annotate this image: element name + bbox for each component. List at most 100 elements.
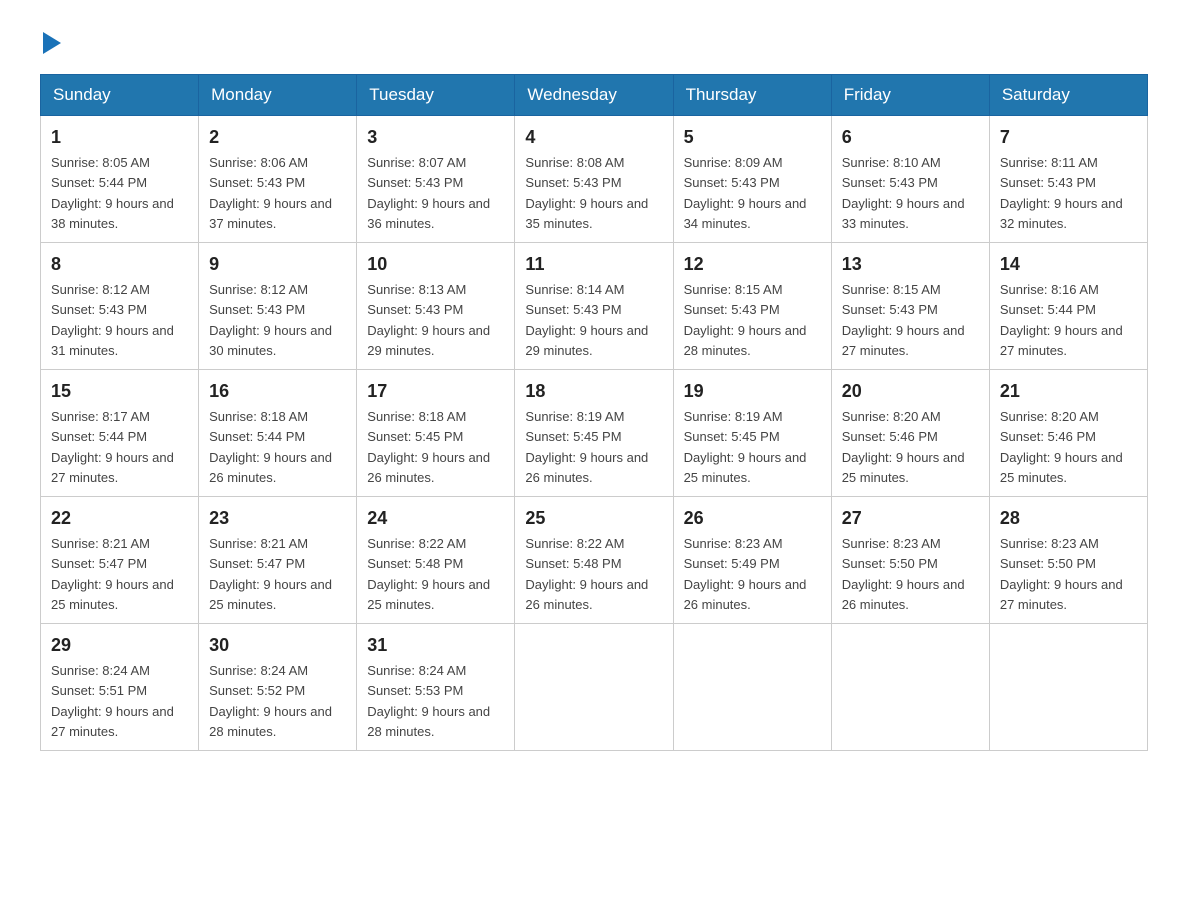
day-info: Sunrise: 8:13 AMSunset: 5:43 PMDaylight:…: [367, 282, 490, 358]
day-info: Sunrise: 8:06 AMSunset: 5:43 PMDaylight:…: [209, 155, 332, 231]
day-number: 24: [367, 505, 504, 532]
calendar-week-4: 22 Sunrise: 8:21 AMSunset: 5:47 PMDaylig…: [41, 497, 1148, 624]
calendar-week-1: 1 Sunrise: 8:05 AMSunset: 5:44 PMDayligh…: [41, 116, 1148, 243]
day-number: 25: [525, 505, 662, 532]
day-number: 27: [842, 505, 979, 532]
day-info: Sunrise: 8:16 AMSunset: 5:44 PMDaylight:…: [1000, 282, 1123, 358]
calendar-cell: [515, 624, 673, 751]
logo: [40, 30, 61, 54]
day-number: 22: [51, 505, 188, 532]
day-info: Sunrise: 8:21 AMSunset: 5:47 PMDaylight:…: [51, 536, 174, 612]
logo-arrow-icon: [43, 32, 61, 54]
day-number: 16: [209, 378, 346, 405]
calendar-cell: 10 Sunrise: 8:13 AMSunset: 5:43 PMDaylig…: [357, 243, 515, 370]
calendar-cell: 14 Sunrise: 8:16 AMSunset: 5:44 PMDaylig…: [989, 243, 1147, 370]
calendar-cell: [673, 624, 831, 751]
calendar-table: SundayMondayTuesdayWednesdayThursdayFrid…: [40, 74, 1148, 751]
calendar-cell: 17 Sunrise: 8:18 AMSunset: 5:45 PMDaylig…: [357, 370, 515, 497]
day-info: Sunrise: 8:11 AMSunset: 5:43 PMDaylight:…: [1000, 155, 1123, 231]
calendar-cell: [989, 624, 1147, 751]
day-info: Sunrise: 8:19 AMSunset: 5:45 PMDaylight:…: [525, 409, 648, 485]
calendar-header-row: SundayMondayTuesdayWednesdayThursdayFrid…: [41, 75, 1148, 116]
day-info: Sunrise: 8:22 AMSunset: 5:48 PMDaylight:…: [367, 536, 490, 612]
calendar-cell: 11 Sunrise: 8:14 AMSunset: 5:43 PMDaylig…: [515, 243, 673, 370]
day-info: Sunrise: 8:09 AMSunset: 5:43 PMDaylight:…: [684, 155, 807, 231]
day-number: 3: [367, 124, 504, 151]
day-info: Sunrise: 8:23 AMSunset: 5:50 PMDaylight:…: [842, 536, 965, 612]
calendar-cell: 27 Sunrise: 8:23 AMSunset: 5:50 PMDaylig…: [831, 497, 989, 624]
header-wednesday: Wednesday: [515, 75, 673, 116]
calendar-cell: 6 Sunrise: 8:10 AMSunset: 5:43 PMDayligh…: [831, 116, 989, 243]
header-thursday: Thursday: [673, 75, 831, 116]
day-number: 11: [525, 251, 662, 278]
day-number: 21: [1000, 378, 1137, 405]
calendar-cell: 13 Sunrise: 8:15 AMSunset: 5:43 PMDaylig…: [831, 243, 989, 370]
calendar-cell: 22 Sunrise: 8:21 AMSunset: 5:47 PMDaylig…: [41, 497, 199, 624]
day-number: 5: [684, 124, 821, 151]
day-info: Sunrise: 8:17 AMSunset: 5:44 PMDaylight:…: [51, 409, 174, 485]
day-number: 1: [51, 124, 188, 151]
calendar-cell: [831, 624, 989, 751]
calendar-cell: 15 Sunrise: 8:17 AMSunset: 5:44 PMDaylig…: [41, 370, 199, 497]
day-info: Sunrise: 8:24 AMSunset: 5:52 PMDaylight:…: [209, 663, 332, 739]
day-number: 9: [209, 251, 346, 278]
day-number: 31: [367, 632, 504, 659]
calendar-cell: 21 Sunrise: 8:20 AMSunset: 5:46 PMDaylig…: [989, 370, 1147, 497]
calendar-cell: 19 Sunrise: 8:19 AMSunset: 5:45 PMDaylig…: [673, 370, 831, 497]
day-number: 4: [525, 124, 662, 151]
calendar-cell: 23 Sunrise: 8:21 AMSunset: 5:47 PMDaylig…: [199, 497, 357, 624]
calendar-cell: 7 Sunrise: 8:11 AMSunset: 5:43 PMDayligh…: [989, 116, 1147, 243]
day-info: Sunrise: 8:12 AMSunset: 5:43 PMDaylight:…: [51, 282, 174, 358]
day-number: 29: [51, 632, 188, 659]
day-number: 10: [367, 251, 504, 278]
calendar-cell: 20 Sunrise: 8:20 AMSunset: 5:46 PMDaylig…: [831, 370, 989, 497]
calendar-cell: 8 Sunrise: 8:12 AMSunset: 5:43 PMDayligh…: [41, 243, 199, 370]
day-number: 13: [842, 251, 979, 278]
day-number: 19: [684, 378, 821, 405]
day-number: 6: [842, 124, 979, 151]
day-info: Sunrise: 8:08 AMSunset: 5:43 PMDaylight:…: [525, 155, 648, 231]
day-info: Sunrise: 8:18 AMSunset: 5:45 PMDaylight:…: [367, 409, 490, 485]
day-info: Sunrise: 8:05 AMSunset: 5:44 PMDaylight:…: [51, 155, 174, 231]
day-info: Sunrise: 8:23 AMSunset: 5:49 PMDaylight:…: [684, 536, 807, 612]
day-number: 14: [1000, 251, 1137, 278]
day-number: 8: [51, 251, 188, 278]
day-info: Sunrise: 8:15 AMSunset: 5:43 PMDaylight:…: [842, 282, 965, 358]
day-number: 17: [367, 378, 504, 405]
page-header: [40, 30, 1148, 54]
header-sunday: Sunday: [41, 75, 199, 116]
calendar-cell: 25 Sunrise: 8:22 AMSunset: 5:48 PMDaylig…: [515, 497, 673, 624]
calendar-cell: 24 Sunrise: 8:22 AMSunset: 5:48 PMDaylig…: [357, 497, 515, 624]
calendar-cell: 5 Sunrise: 8:09 AMSunset: 5:43 PMDayligh…: [673, 116, 831, 243]
calendar-cell: 9 Sunrise: 8:12 AMSunset: 5:43 PMDayligh…: [199, 243, 357, 370]
calendar-cell: 2 Sunrise: 8:06 AMSunset: 5:43 PMDayligh…: [199, 116, 357, 243]
calendar-week-3: 15 Sunrise: 8:17 AMSunset: 5:44 PMDaylig…: [41, 370, 1148, 497]
day-number: 15: [51, 378, 188, 405]
calendar-cell: 4 Sunrise: 8:08 AMSunset: 5:43 PMDayligh…: [515, 116, 673, 243]
header-tuesday: Tuesday: [357, 75, 515, 116]
calendar-cell: 26 Sunrise: 8:23 AMSunset: 5:49 PMDaylig…: [673, 497, 831, 624]
day-number: 23: [209, 505, 346, 532]
day-number: 28: [1000, 505, 1137, 532]
day-number: 30: [209, 632, 346, 659]
header-monday: Monday: [199, 75, 357, 116]
calendar-cell: 12 Sunrise: 8:15 AMSunset: 5:43 PMDaylig…: [673, 243, 831, 370]
calendar-cell: 30 Sunrise: 8:24 AMSunset: 5:52 PMDaylig…: [199, 624, 357, 751]
day-info: Sunrise: 8:20 AMSunset: 5:46 PMDaylight:…: [1000, 409, 1123, 485]
day-number: 26: [684, 505, 821, 532]
day-number: 18: [525, 378, 662, 405]
calendar-cell: 18 Sunrise: 8:19 AMSunset: 5:45 PMDaylig…: [515, 370, 673, 497]
day-info: Sunrise: 8:22 AMSunset: 5:48 PMDaylight:…: [525, 536, 648, 612]
day-info: Sunrise: 8:21 AMSunset: 5:47 PMDaylight:…: [209, 536, 332, 612]
header-saturday: Saturday: [989, 75, 1147, 116]
day-info: Sunrise: 8:07 AMSunset: 5:43 PMDaylight:…: [367, 155, 490, 231]
day-info: Sunrise: 8:24 AMSunset: 5:51 PMDaylight:…: [51, 663, 174, 739]
calendar-week-2: 8 Sunrise: 8:12 AMSunset: 5:43 PMDayligh…: [41, 243, 1148, 370]
day-number: 7: [1000, 124, 1137, 151]
day-info: Sunrise: 8:24 AMSunset: 5:53 PMDaylight:…: [367, 663, 490, 739]
calendar-cell: 3 Sunrise: 8:07 AMSunset: 5:43 PMDayligh…: [357, 116, 515, 243]
header-friday: Friday: [831, 75, 989, 116]
day-info: Sunrise: 8:18 AMSunset: 5:44 PMDaylight:…: [209, 409, 332, 485]
calendar-cell: 29 Sunrise: 8:24 AMSunset: 5:51 PMDaylig…: [41, 624, 199, 751]
calendar-week-5: 29 Sunrise: 8:24 AMSunset: 5:51 PMDaylig…: [41, 624, 1148, 751]
